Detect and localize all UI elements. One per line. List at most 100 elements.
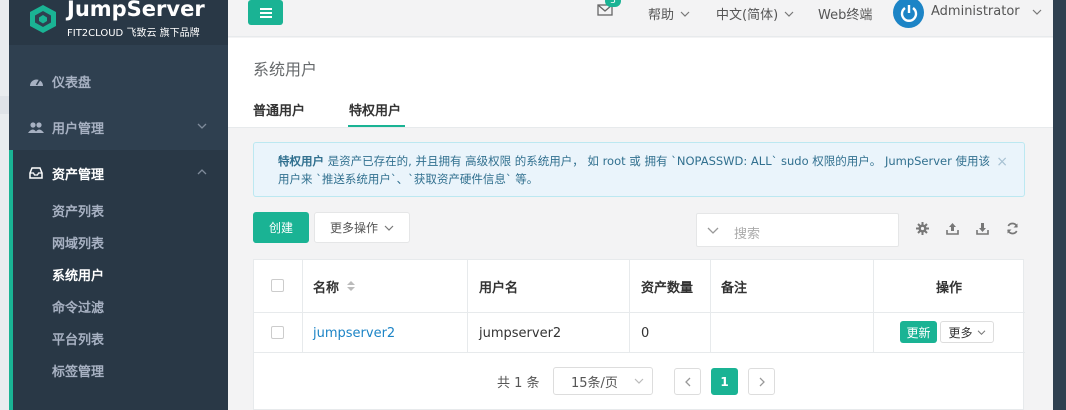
power-icon xyxy=(900,4,917,22)
row-asset-count: 0 xyxy=(641,325,650,341)
chevron-down-icon xyxy=(197,123,207,129)
row-more-button[interactable]: 更多 xyxy=(940,321,994,343)
notification-count-badge: 3 xyxy=(605,0,621,7)
tab-privileged-users[interactable]: 特权用户 xyxy=(349,100,401,119)
main-content: 系统用户 普通用户 特权用户 特权用户 是资产已存在的, 并且拥有 高级权限 的… xyxy=(228,38,1053,410)
column-divider xyxy=(873,260,874,353)
help-menu[interactable]: 帮助 xyxy=(648,4,690,23)
web-terminal-label: Web终端 xyxy=(818,8,873,23)
page-size-label: 15条/页 xyxy=(571,375,618,391)
brand-title: JumpServer xyxy=(67,0,205,21)
user-menu[interactable]: Administrator xyxy=(931,4,1042,19)
top-navbar: 3 帮助 中文(简体) Web终端 Administrator xyxy=(228,0,1053,37)
right-edge-strip xyxy=(1053,0,1066,410)
avatar[interactable] xyxy=(893,0,924,28)
chevron-left-icon xyxy=(684,377,690,386)
brand-logo[interactable]: JumpServer FIT2CLOUD 飞致云 旗下品牌 xyxy=(9,0,228,45)
settings-button[interactable] xyxy=(914,220,930,236)
column-name-label: 名称 xyxy=(313,280,340,296)
sidebar-item-assets[interactable]: 资产管理 xyxy=(9,150,228,196)
refresh-icon xyxy=(1006,222,1018,234)
sidebar-subitem-system-users[interactable]: 系统用户 xyxy=(52,265,104,284)
gear-icon xyxy=(915,221,929,235)
page-title: 系统用户 xyxy=(253,60,318,79)
column-divider xyxy=(710,260,711,353)
left-edge-tab xyxy=(0,96,9,114)
column-header-name[interactable]: 名称 xyxy=(313,260,356,312)
page-header: 系统用户 普通用户 特权用户 xyxy=(228,38,1053,128)
sidebar-item-label: 资产管理 xyxy=(52,167,105,183)
menu-toggle-button[interactable] xyxy=(248,0,283,25)
more-actions-button[interactable]: 更多操作 xyxy=(314,212,410,243)
system-users-table: 名称 用户名 资产数量 备注 操作 jumpserver2 jumpserver… xyxy=(253,259,1025,410)
alert-text-1: 是资产已存在的, 并且拥有 高级权限 的系统用户， 如 root 或 拥有 `N… xyxy=(324,154,990,168)
chevron-down-icon[interactable] xyxy=(707,225,719,235)
sidebar-subitem-asset-list[interactable]: 资产列表 xyxy=(52,201,104,220)
column-header-username: 用户名 xyxy=(479,280,519,296)
tab-normal-users[interactable]: 普通用户 xyxy=(253,100,305,119)
row-name-link[interactable]: jumpserver2 xyxy=(313,313,395,353)
row-username: jumpserver2 xyxy=(479,325,562,341)
sidebar-subitem-platform-list[interactable]: 平台列表 xyxy=(52,329,104,348)
inbox-icon xyxy=(28,166,44,180)
column-divider xyxy=(467,260,468,353)
sidebar-subitem-command-filter[interactable]: 命令过滤 xyxy=(52,297,104,316)
prev-page-button[interactable] xyxy=(674,368,701,395)
download-icon xyxy=(975,222,989,235)
column-header-asset-count: 资产数量 xyxy=(641,280,694,296)
sidebar-subitem-label-management[interactable]: 标签管理 xyxy=(52,361,104,380)
column-header-comment: 备注 xyxy=(721,280,748,296)
chevron-down-icon xyxy=(1032,9,1042,15)
column-header-actions: 操作 xyxy=(936,280,963,296)
select-all-checkbox[interactable] xyxy=(271,279,284,292)
brand-subtitle: FIT2CLOUD 飞致云 旗下品牌 xyxy=(67,28,200,39)
chevron-right-icon xyxy=(759,377,765,386)
sidebar-subitem-domain-list[interactable]: 网域列表 xyxy=(52,233,104,252)
create-button[interactable]: 创建 xyxy=(253,212,309,243)
sort-icon xyxy=(347,281,356,291)
column-divider xyxy=(302,260,303,353)
users-icon xyxy=(28,120,44,134)
column-divider xyxy=(629,260,630,353)
sidebar: JumpServer FIT2CLOUD 飞致云 旗下品牌 仪表盘 用户管理 资… xyxy=(9,0,228,410)
search-placeholder: 搜索 xyxy=(734,227,761,242)
info-alert: 特权用户 是资产已存在的, 并且拥有 高级权限 的系统用户， 如 root 或 … xyxy=(253,142,1025,197)
sidebar-section-assets: 资产管理 资产列表 网域列表 系统用户 命令过滤 平台列表 标签管理 xyxy=(9,150,228,410)
sidebar-item-label: 用户管理 xyxy=(52,121,105,137)
import-button[interactable] xyxy=(974,220,990,236)
jumpserver-logo-icon xyxy=(30,5,56,33)
sidebar-item-label: 仪表盘 xyxy=(52,75,92,91)
page-number-button[interactable]: 1 xyxy=(711,368,738,395)
row-more-label: 更多 xyxy=(948,325,973,340)
hamburger-icon xyxy=(259,7,272,18)
page-size-select[interactable]: 15条/页 xyxy=(553,367,653,395)
chevron-down-icon xyxy=(680,11,690,17)
pagination-total: 共 1 条 xyxy=(497,376,540,391)
user-name: Administrator xyxy=(931,4,1020,19)
left-edge-strip xyxy=(0,0,9,410)
next-page-button[interactable] xyxy=(748,368,775,395)
sidebar-item-dashboard[interactable]: 仪表盘 xyxy=(9,58,228,104)
chevron-down-icon xyxy=(384,225,394,231)
update-button[interactable]: 更新 xyxy=(900,321,937,343)
dashboard-icon xyxy=(28,74,44,88)
row-checkbox[interactable] xyxy=(271,326,284,339)
chevron-down-icon xyxy=(977,329,985,335)
more-actions-label: 更多操作 xyxy=(329,221,378,235)
language-menu[interactable]: 中文(简体) xyxy=(716,4,794,23)
language-label: 中文(简体) xyxy=(716,8,779,23)
upload-icon xyxy=(945,222,959,235)
refresh-button[interactable] xyxy=(1004,220,1020,236)
chevron-down-icon xyxy=(784,11,794,17)
alert-strong-text: 特权用户 xyxy=(278,154,324,168)
chevron-down-icon xyxy=(634,378,644,384)
chevron-up-icon xyxy=(197,169,207,175)
help-label: 帮助 xyxy=(648,8,675,23)
sidebar-item-users[interactable]: 用户管理 xyxy=(9,104,228,150)
alert-text-2: 用户来 `推送系统用户`、`获取资产硬件信息` 等。 xyxy=(278,172,539,186)
export-button[interactable] xyxy=(944,220,960,236)
active-tab-indicator xyxy=(348,125,405,127)
search-input[interactable]: 搜索 xyxy=(696,213,899,247)
close-icon[interactable]: × xyxy=(996,153,1008,171)
web-terminal-link[interactable]: Web终端 xyxy=(818,4,872,23)
